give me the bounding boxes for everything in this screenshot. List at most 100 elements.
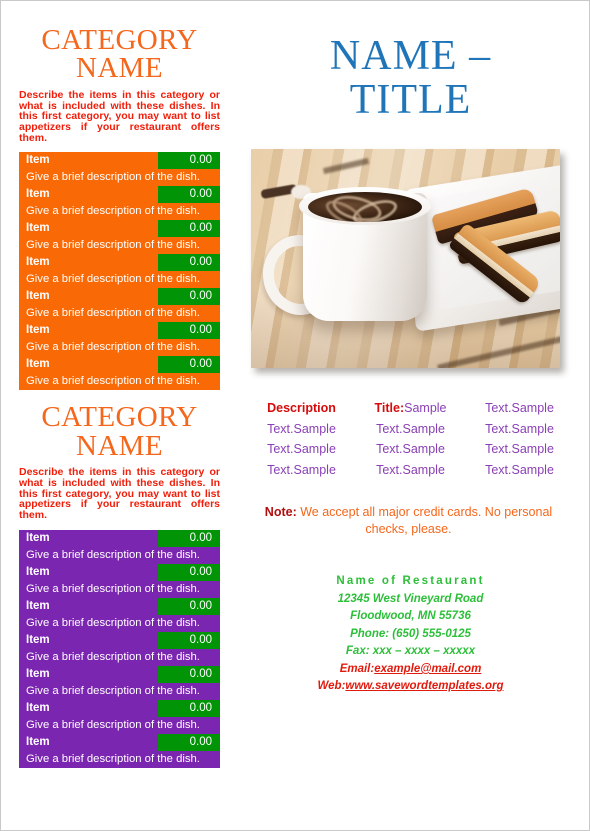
web-label: Web: <box>317 680 346 693</box>
page-title-line2: TITLE <box>349 77 472 124</box>
sample-text-grid: Description Title:Sample Text.Sample Tex… <box>247 401 574 479</box>
menu-item-name: Item <box>26 633 50 646</box>
coffee-surface <box>308 192 422 223</box>
menu-item-price: 0.00 <box>158 597 220 615</box>
grid-cell-title-sample: Title:Sample <box>356 401 465 417</box>
page-content: CATEGORY NAME Describe the items in this… <box>4 4 586 827</box>
menu-item-description: Give a brief description of the dish. <box>26 582 200 595</box>
phone-number: Phone: (650) 555-0125 <box>350 627 471 640</box>
menu-item-price: 0.00 <box>158 186 220 204</box>
menu-item-name: Item <box>26 735 50 748</box>
category-2-item-list: Item 0.00 Give a brief description of th… <box>19 529 220 768</box>
menu-item-row[interactable]: Item 0.00 <box>19 220 220 238</box>
menu-item-row[interactable]: Item 0.00 <box>19 186 220 204</box>
category-block-1: CATEGORY NAME Describe the items in this… <box>4 25 235 391</box>
menu-item-row[interactable]: Item 0.00 <box>19 597 220 615</box>
menu-item-name: Item <box>26 188 50 201</box>
menu-item-price: 0.00 <box>158 665 220 683</box>
menu-item-row[interactable]: Item 0.00 <box>19 152 220 170</box>
grid-cell-text-sample: Text.Sample <box>485 401 554 416</box>
category-block-2: CATEGORY NAME Describe the items in this… <box>4 401 235 768</box>
menu-item-price: 0.00 <box>158 322 220 340</box>
menu-item-price: 0.00 <box>158 699 220 717</box>
menu-item-name: Item <box>26 531 50 544</box>
menu-item-name: Item <box>26 154 50 167</box>
menu-item-row[interactable]: Item 0.00 <box>19 356 220 374</box>
menu-item-row[interactable]: Item 0.00 <box>19 322 220 340</box>
menu-item-name: Item <box>26 565 50 578</box>
restaurant-name: Name of Restaurant <box>336 575 485 588</box>
menu-item-description: Give a brief description of the dish. <box>26 375 200 388</box>
menu-item-price: 0.00 <box>158 529 220 547</box>
coffee-photo <box>251 149 560 369</box>
menu-item-row[interactable]: Item 0.00 <box>19 563 220 581</box>
note-label: Note: <box>264 504 297 519</box>
menu-item-row[interactable]: Item 0.00 <box>19 699 220 717</box>
menu-item-row[interactable]: Item 0.00 <box>19 631 220 649</box>
page-title: NAME – TITLE <box>257 34 564 122</box>
grid-cell-lead: Title: <box>374 401 405 416</box>
menu-item-price: 0.00 <box>158 152 220 170</box>
menu-item-description: Give a brief description of the dish. <box>26 273 200 286</box>
grid-cell-text-sample: Text.Sample <box>485 463 554 478</box>
menu-item-name: Item <box>26 324 50 337</box>
category-2-description: Describe the items in this category or w… <box>19 466 220 521</box>
category-2-title-line1: CATEGORY <box>41 401 198 434</box>
email-link[interactable]: example@mail.com <box>374 663 481 675</box>
menu-item-row[interactable]: Item 0.00 <box>19 254 220 272</box>
menu-item-price: 0.00 <box>158 631 220 649</box>
website-link[interactable]: www.savewordtemplates.org <box>345 680 503 692</box>
address-line-2: Floodwood, MN 55736 <box>350 610 471 623</box>
menu-item-name: Item <box>26 599 50 612</box>
category-2-title-line2: NAME <box>76 429 163 462</box>
grid-cell-text-sample: Text.Sample <box>267 421 336 436</box>
category-1-title-line2: NAME <box>76 52 163 85</box>
grid-cell-text-sample: Text.Sample <box>267 463 336 478</box>
grid-cell-text-sample: Text.Sample <box>376 463 445 478</box>
menu-item-description: Give a brief description of the dish. <box>26 171 200 184</box>
menu-item-price: 0.00 <box>158 733 220 751</box>
menu-item-description: Give a brief description of the dish. <box>26 616 200 629</box>
web-line: Web:www.savewordtemplates.org <box>249 678 572 695</box>
restaurant-contact-block: Name of Restaurant 12345 West Vineyard R… <box>249 573 572 695</box>
address-line-1: 12345 West Vineyard Road <box>337 592 484 605</box>
grid-cell-text-sample: Text.Sample <box>267 442 336 457</box>
menu-item-name: Item <box>26 290 50 303</box>
menu-item-description: Give a brief description of the dish. <box>26 684 200 697</box>
menu-item-description: Give a brief description of the dish. <box>26 239 200 252</box>
category-2-title: CATEGORY NAME <box>22 401 217 462</box>
menu-item-name: Item <box>26 667 50 680</box>
note-text: We accept all major credit cards. No per… <box>300 504 553 536</box>
menu-item-row[interactable]: Item 0.00 <box>19 529 220 547</box>
grid-cell-text-sample: Text.Sample <box>485 421 554 436</box>
menu-item-price: 0.00 <box>158 254 220 272</box>
email-label: Email: <box>339 662 375 675</box>
fax-number: Fax: xxx – xxxx – xxxxx <box>345 645 476 658</box>
email-line: Email:example@mail.com <box>249 661 572 678</box>
grid-cell-text-sample: Text.Sample <box>376 421 445 436</box>
menu-item-row[interactable]: Item 0.00 <box>19 733 220 751</box>
grid-cell-tail: Sample <box>404 401 447 416</box>
menu-item-description: Give a brief description of the dish. <box>26 752 200 765</box>
menu-item-row[interactable]: Item 0.00 <box>19 288 220 306</box>
menu-item-price: 0.00 <box>158 288 220 306</box>
grid-cell-text-sample: Text.Sample <box>376 442 445 457</box>
menu-item-description: Give a brief description of the dish. <box>26 718 200 731</box>
grid-cell-text-sample: Text.Sample <box>485 442 554 457</box>
menu-item-row[interactable]: Item 0.00 <box>19 665 220 683</box>
menu-item-name: Item <box>26 256 50 269</box>
menu-item-price: 0.00 <box>158 563 220 581</box>
grid-cell-description-header: Description <box>267 401 336 416</box>
left-column: CATEGORY NAME Describe the items in this… <box>4 4 235 827</box>
right-column: NAME – TITLE Description Title:Sample Te… <box>235 4 586 827</box>
menu-item-price: 0.00 <box>158 356 220 374</box>
page-title-line1: NAME – <box>329 33 492 79</box>
menu-page: CATEGORY NAME Describe the items in this… <box>0 0 590 831</box>
category-1-item-list: Item 0.00 Give a brief description of th… <box>19 152 220 391</box>
menu-item-name: Item <box>26 701 50 714</box>
menu-item-price: 0.00 <box>158 220 220 238</box>
category-1-description: Describe the items in this category or w… <box>19 88 220 144</box>
menu-item-name: Item <box>26 222 50 235</box>
menu-item-description: Give a brief description of the dish. <box>26 205 200 218</box>
menu-item-description: Give a brief description of the dish. <box>26 548 200 561</box>
